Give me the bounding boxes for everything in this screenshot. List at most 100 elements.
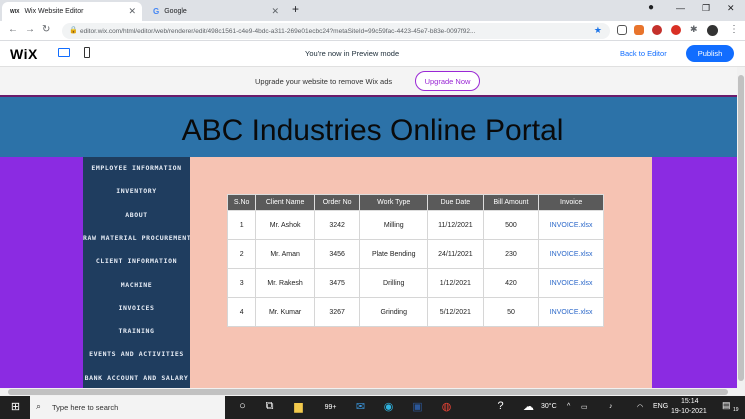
table-cell: 1/12/2021 xyxy=(427,268,484,298)
mobile-view-icon[interactable] xyxy=(84,47,90,58)
table-cell: Mr. Ashok xyxy=(255,210,315,240)
menu-item-inventory[interactable]: INVENTORY xyxy=(83,187,190,195)
volume-icon[interactable]: ♪ xyxy=(609,403,613,410)
task-view-icon[interactable]: ⧉ xyxy=(262,400,277,415)
forward-arrow-icon[interactable]: → xyxy=(25,24,35,35)
table-cell: Mr. Kumar xyxy=(255,297,315,327)
reload-icon[interactable]: ↻ xyxy=(42,24,50,35)
table-row: 1 Mr. Ashok 3242 Milling 11/12/2021 500 … xyxy=(226,210,604,240)
back-to-editor-link[interactable]: Back to Editor xyxy=(620,49,667,58)
search-icon: ⌕ xyxy=(36,401,42,411)
table-header-row: S.No Client Name Order No Work Type Due … xyxy=(226,194,604,211)
table-row: 4 Mr. Kumar 3267 Grinding 5/12/2021 50 I… xyxy=(226,297,604,327)
window-close-icon[interactable]: ✕ xyxy=(727,3,735,14)
menu-item-raw-material-procurement[interactable]: RAW MATERIAL PROCUREMENT xyxy=(83,234,191,242)
table-row: 3 Mr. Rakesh 3475 Drilling 1/12/2021 420… xyxy=(226,268,604,298)
word-icon[interactable]: ▣ xyxy=(410,400,425,415)
browser-toolbar: ← → ↻ 🔒 editor.wix.com/html/editor/web/r… xyxy=(0,21,745,41)
table-cell: 50 xyxy=(482,297,540,327)
network-icon[interactable]: ▭ xyxy=(581,403,588,411)
profile-dot-icon[interactable]: ● xyxy=(648,2,654,13)
windows-start-icon[interactable]: ⊞ xyxy=(8,400,23,415)
puzzle-icon[interactable]: ✱ xyxy=(690,24,698,35)
column-header: Bill Amount xyxy=(482,194,540,211)
close-icon[interactable]: ✕ xyxy=(271,6,279,17)
wifi-icon[interactable]: ◠ xyxy=(637,403,643,411)
help-icon[interactable]: ? xyxy=(493,400,508,415)
table-cell: Mr. Aman xyxy=(255,239,315,269)
table-cell: 3 xyxy=(226,268,257,298)
search-placeholder: Type here to search xyxy=(52,403,119,412)
tab-google[interactable]: G Google ✕ xyxy=(145,2,285,21)
wix-logo: WiX xyxy=(10,46,38,62)
address-bar[interactable]: 🔒 editor.wix.com/html/editor/web/rendere… xyxy=(62,23,610,39)
table-cell: 230 xyxy=(482,239,540,269)
preview-mode-message: You're now in Preview mode xyxy=(305,49,400,58)
menu-item-employee-information[interactable]: EMPLOYEE INFORMATION xyxy=(83,164,190,172)
table-cell: 500 xyxy=(482,210,540,240)
language-indicator[interactable]: ENG xyxy=(653,403,668,410)
invoice-link[interactable]: INVOICE.xlsx xyxy=(538,268,604,298)
table-cell: 24/11/2021 xyxy=(427,239,484,269)
cortana-icon[interactable]: ○ xyxy=(235,400,250,415)
tray-chevron-icon[interactable]: ^ xyxy=(567,403,570,410)
vertical-scroll-thumb[interactable] xyxy=(738,75,744,381)
weather-cloud-icon: ☁ xyxy=(523,401,534,413)
invoice-link[interactable]: INVOICE.xlsx xyxy=(538,239,604,269)
weather-temperature[interactable]: 30°C xyxy=(541,403,557,410)
notification-badge[interactable]: 99+ xyxy=(323,404,338,419)
extension-icon[interactable] xyxy=(617,25,627,35)
edge-icon[interactable]: ◉ xyxy=(381,400,396,415)
column-header: Work Type xyxy=(359,194,429,211)
browser-tab-strip: WIX Wix Website Editor ✕ G Google ✕ + ● … xyxy=(0,0,745,21)
clock-date[interactable]: 19-10-2021 xyxy=(671,408,707,415)
back-arrow-icon[interactable]: ← xyxy=(8,24,18,35)
more-menu-icon[interactable]: ⋮ xyxy=(729,24,739,35)
wix-preview-bar: WiX You're now in Preview mode Back to E… xyxy=(0,41,745,67)
menu-item-invoices[interactable]: INVOICES xyxy=(83,304,190,312)
maximize-icon[interactable]: ❐ xyxy=(702,3,710,14)
table-cell: 2 xyxy=(226,239,257,269)
tab-wix-editor[interactable]: WIX Wix Website Editor ✕ xyxy=(2,2,142,21)
close-icon[interactable]: ✕ xyxy=(128,6,136,17)
upgrade-now-button[interactable]: Upgrade Now xyxy=(415,71,480,91)
mail-icon[interactable]: ✉ xyxy=(353,400,368,415)
file-explorer-icon[interactable]: ▆ xyxy=(291,400,306,415)
table-cell: 420 xyxy=(482,268,540,298)
column-header: Due Date xyxy=(427,194,484,211)
chrome-icon[interactable]: ◍ xyxy=(439,400,454,415)
site-header: ABC Industries Online Portal xyxy=(0,95,737,157)
extension-icon[interactable] xyxy=(634,25,644,35)
upgrade-message: Upgrade your website to remove Wix ads xyxy=(255,77,393,86)
windows-taskbar: ⊞ ⌕ Type here to search ○ ⧉ ▆ 99+ ✉ ◉ ▣ … xyxy=(0,396,745,419)
menu-item-client-information[interactable]: CLIENT INFORMATION xyxy=(83,257,190,265)
invoice-link[interactable]: INVOICE.xlsx xyxy=(538,210,604,240)
table-cell: 4 xyxy=(226,297,257,327)
column-header: S.No xyxy=(226,194,257,211)
invoice-link[interactable]: INVOICE.xlsx xyxy=(538,297,604,327)
menu-item-events-and-activities[interactable]: EVENTS AND ACTIVITIES xyxy=(83,350,190,358)
menu-item-about[interactable]: ABOUT xyxy=(83,211,190,219)
bookmark-star-icon[interactable]: ★ xyxy=(594,25,602,36)
clock-time[interactable]: 15:14 xyxy=(681,398,699,405)
column-header: Client Name xyxy=(255,194,315,211)
extension-icon[interactable] xyxy=(671,25,681,35)
lock-icon: 🔒 xyxy=(69,27,78,34)
menu-item-training[interactable]: TRAINING xyxy=(83,327,190,335)
minimize-icon[interactable]: — xyxy=(676,3,685,13)
avatar[interactable] xyxy=(707,25,718,36)
taskbar-search-box[interactable]: ⌕ Type here to search xyxy=(30,396,225,419)
new-tab-button[interactable]: + xyxy=(292,2,299,16)
horizontal-scroll-thumb[interactable] xyxy=(8,389,728,395)
menu-item-machine[interactable]: MACHINE xyxy=(83,281,190,289)
extension-icon[interactable] xyxy=(652,25,662,35)
table-cell: Mr. Rakesh xyxy=(255,268,315,298)
table-cell: Milling xyxy=(359,210,429,240)
client-orders-table: S.No Client Name Order No Work Type Due … xyxy=(226,194,604,327)
action-center-icon[interactable]: ▤ xyxy=(722,400,731,411)
publish-button[interactable]: Publish xyxy=(686,45,734,62)
desktop-view-icon[interactable] xyxy=(58,48,70,57)
tab-title: Google xyxy=(164,8,187,15)
table-cell: Plate Bending xyxy=(359,239,429,269)
menu-item-bank-account-and-salary[interactable]: BANK ACCOUNT AND SALARY xyxy=(83,374,190,382)
